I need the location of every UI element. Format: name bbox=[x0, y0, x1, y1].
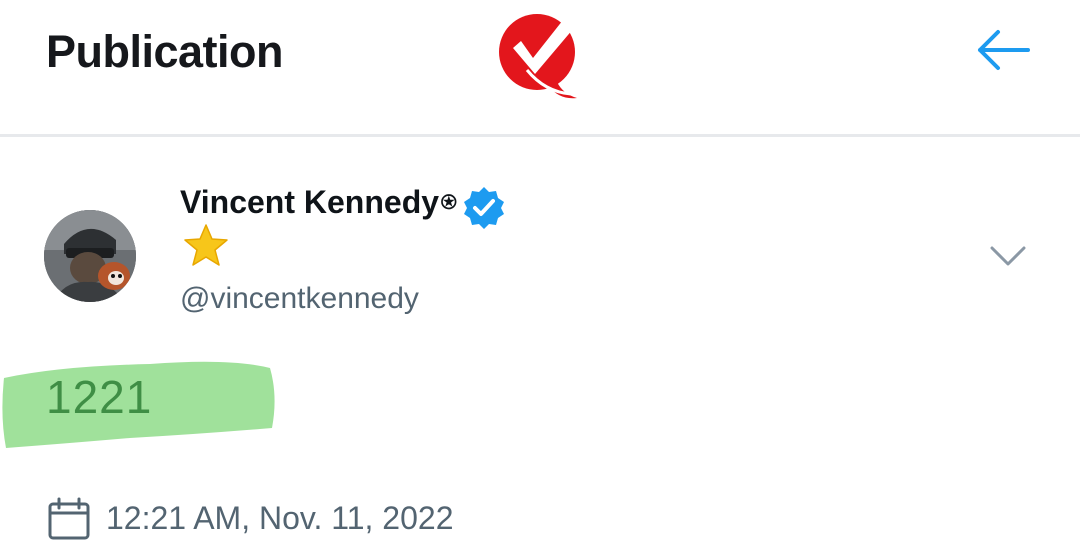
star-emoji-icon bbox=[184, 224, 228, 266]
avatar-image bbox=[44, 210, 136, 302]
author-name[interactable]: Vincent Kennedy⍟ bbox=[180, 184, 457, 221]
post-timestamp: 12:21 AM, Nov. 11, 2022 bbox=[106, 500, 454, 536]
red-checkmark-logo bbox=[499, 14, 579, 99]
verified-badge-icon bbox=[464, 187, 504, 229]
circled-star-symbol: ⍟ bbox=[441, 187, 457, 217]
post-text: 1221 bbox=[46, 371, 153, 423]
author-display-name: Vincent Kennedy bbox=[180, 184, 440, 220]
author-handle[interactable]: @vincentkennedy bbox=[180, 282, 419, 316]
publication-screen: Publication Vincent Kennedy⍟ @vincentken… bbox=[0, 0, 1080, 560]
avatar[interactable] bbox=[44, 210, 136, 302]
calendar-icon bbox=[48, 497, 90, 540]
header-bar: Publication bbox=[0, 0, 1080, 137]
back-arrow-icon[interactable] bbox=[974, 24, 1034, 76]
page-title: Publication bbox=[46, 26, 284, 77]
chevron-down-icon[interactable] bbox=[986, 238, 1030, 274]
